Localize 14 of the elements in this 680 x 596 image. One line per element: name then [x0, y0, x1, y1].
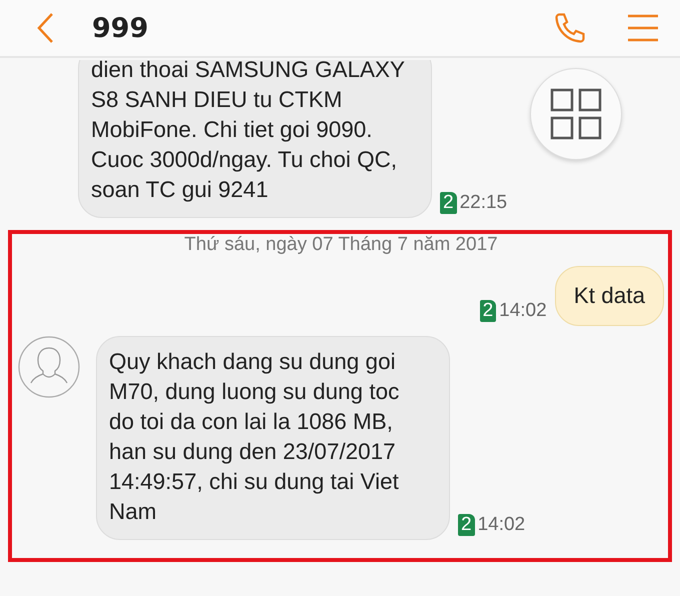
message-time: 14:02	[499, 300, 547, 322]
received-message: dien thoai SAMSUNG GALAXY S8 SANH DIEU tu CTKM MobiFone. Chi tiet goi 9090. Cuoc 3000d/ngay. Tu choi QC, soan TC gui 9241	[78, 60, 432, 218]
sim-badge: 2	[440, 192, 457, 214]
sim-badge: 2	[458, 514, 475, 536]
sim-badge: 2	[480, 300, 496, 322]
message-time: 14:02	[478, 514, 526, 536]
received-message: Quy khach dang su dung goi M70, dung luong su dung toc do toi da con lai la 1086 MB, han su dung den 23/07/2017 14:49:57, chi su dung tai Viet Nam	[96, 336, 450, 540]
sent-message: Kt data	[554, 266, 664, 326]
menu-icon[interactable]	[628, 14, 658, 42]
message-time: 22:15	[460, 192, 508, 214]
grid-icon	[550, 88, 602, 140]
date-separator: Thứ sáu, ngày 07 Tháng 7 năm 2017	[184, 234, 498, 256]
back-icon[interactable]	[36, 12, 54, 44]
conversation-title: 999	[92, 12, 150, 44]
